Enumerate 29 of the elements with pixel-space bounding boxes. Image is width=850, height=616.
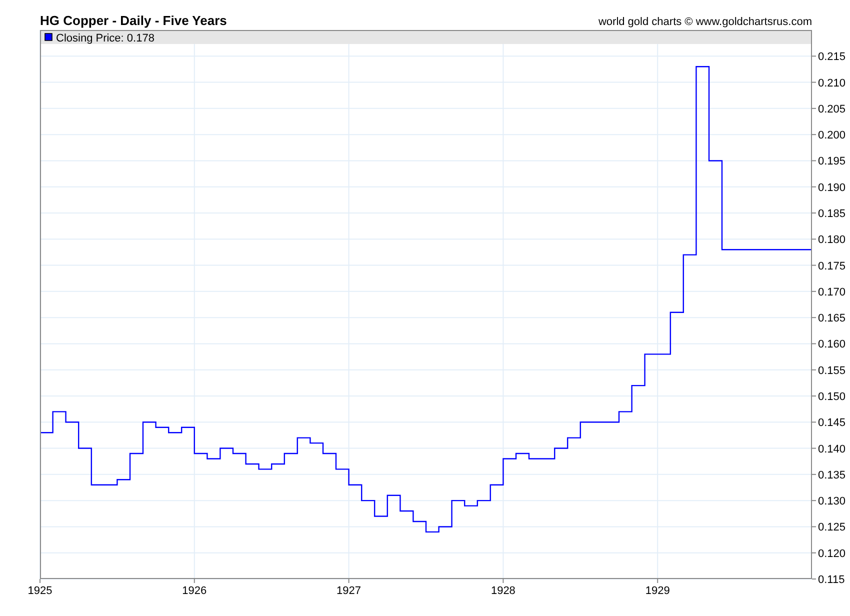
x-axis-label: 1925 <box>28 585 52 597</box>
y-axis-label: 0.200 <box>818 130 846 142</box>
y-axis-label: 0.175 <box>818 260 846 272</box>
y-axis-label: 0.115 <box>818 574 845 586</box>
y-axis-label: 0.215 <box>818 51 846 64</box>
y-axis-label: 0.125 <box>818 522 846 534</box>
credit-text: world gold charts © www.goldchartsrus.com <box>598 16 812 28</box>
y-axis-label: 0.155 <box>818 364 846 377</box>
y-axis-label: 0.180 <box>818 234 846 246</box>
y-axis-label: 0.160 <box>818 338 846 351</box>
y-axis-label: 0.130 <box>818 496 846 508</box>
y-axis-label: 0.150 <box>818 391 846 403</box>
legend-label: Closing Price: 0.178 <box>56 32 154 44</box>
y-axis-label: 0.145 <box>818 417 846 430</box>
y-axis-label: 0.120 <box>818 548 846 560</box>
y-axis-label: 0.170 <box>818 286 846 298</box>
y-axis-label: 0.190 <box>818 182 846 194</box>
y-axis-label: 0.205 <box>818 103 846 116</box>
x-axis-label: 1928 <box>490 585 516 597</box>
y-axis-label: 0.195 <box>818 156 846 168</box>
x-axis-label: 1927 <box>336 585 362 597</box>
y-axis-label: 0.135 <box>818 469 846 482</box>
x-axis-label: 1929 <box>645 585 670 597</box>
y-axis-label: 0.185 <box>818 208 846 220</box>
y-axis-label: 0.210 <box>818 77 846 90</box>
x-axis-label: 1926 <box>182 585 207 597</box>
y-axis-label: 0.140 <box>818 443 846 456</box>
y-axis-label: 0.165 <box>818 312 846 325</box>
chart-title: HG Copper - Daily - Five Years <box>40 13 227 28</box>
